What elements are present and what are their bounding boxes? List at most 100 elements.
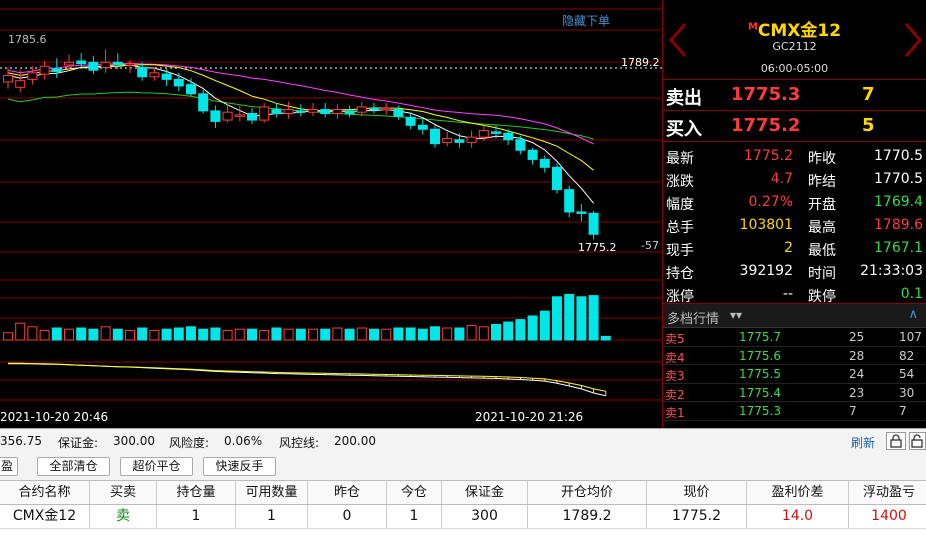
depth-row[interactable]: 卖1 1775.3 7 7 (663, 402, 926, 421)
candle-body (112, 61, 123, 66)
candle-body (39, 65, 50, 75)
table-row[interactable]: CMX金12 卖 1 1 0 1 300 1789.2 1775.2 14.0 … (0, 505, 926, 529)
buy-price: 1775.2 (731, 115, 801, 136)
hide-order-panel-link[interactable]: 隐藏下单 (562, 12, 610, 29)
time-axis-start: 2021-10-20 20:46 (0, 410, 109, 424)
depth-volume: 7 (849, 404, 857, 418)
candle-body (210, 110, 221, 122)
chevron-right-icon[interactable] (902, 22, 924, 58)
col-today-position[interactable]: 今仓 (387, 481, 442, 504)
market-flag: M (747, 21, 758, 33)
volume-bar (100, 326, 111, 341)
stat-key: 涨跌 (666, 174, 694, 190)
candle-body (527, 149, 538, 160)
kline-chart[interactable]: 隐藏下单 1785.6 1789.2 1775.2 -57 2021-10-20… (0, 0, 662, 428)
volume-bar (600, 335, 611, 341)
volume-bar (88, 328, 99, 341)
lock-icon[interactable] (886, 432, 906, 450)
depth-title: 多档行情 (667, 312, 720, 327)
candle-body (173, 78, 184, 87)
volume-bar (76, 327, 87, 341)
buy-label: 买入 (666, 119, 702, 140)
col-price[interactable]: 现价 (647, 481, 747, 504)
stat-row: 幅度 0.27% 开盘 1769.4 (663, 191, 926, 214)
volume-bar (454, 327, 465, 341)
stat-value: 1789.6 (874, 217, 923, 233)
double-chevron-down-icon[interactable]: ▾▾ (730, 308, 742, 322)
tab-profit[interactable]: 盈 (0, 457, 18, 476)
depth-header[interactable]: 多档行情 ▾▾ ∧ (663, 304, 926, 328)
depth-cum-volume: 54 (899, 367, 915, 381)
depth-price: 1775.6 (739, 348, 781, 363)
candle-body (76, 60, 87, 65)
sell-quote-row[interactable]: 卖出 1775.3 7 (663, 80, 926, 111)
candle-body (259, 106, 270, 121)
col-side[interactable]: 买卖 (90, 481, 157, 504)
chart-canvas (0, 8, 662, 401)
cell-margin: 300 (442, 505, 528, 528)
col-prev-position[interactable]: 昨仓 (308, 481, 387, 504)
candle-body (234, 114, 245, 117)
depth-price: 1775.7 (739, 330, 781, 344)
candle-body (417, 124, 428, 130)
volume-bar (539, 310, 550, 341)
depth-volume: 25 (849, 330, 865, 344)
refresh-link[interactable]: 刷新 (851, 434, 875, 451)
risk-label: 风险度: (169, 436, 210, 450)
stat-row: 最新 1775.2 昨收 1770.5 (663, 145, 926, 168)
buy-quote-row[interactable]: 买入 1775.2 5 (663, 111, 926, 142)
depth-cum-volume: 7 (899, 404, 907, 418)
open-price-line-label: 1789.2 (621, 56, 660, 69)
trading-hours: 06:00-05:00 (760, 62, 829, 75)
risk-line-value: 200.00 (334, 434, 376, 448)
volume-bar (320, 328, 331, 341)
margin-value: 300.00 (113, 434, 155, 448)
over-price-close-button[interactable]: 超价平仓 (120, 457, 193, 476)
stat-value: 0.27% (748, 194, 793, 210)
cell-side: 卖 (90, 505, 157, 528)
action-toolbar: 盈 全部清仓 超价平仓 快速反手 (0, 452, 926, 480)
volume-bar (344, 328, 355, 341)
volume-bar (515, 319, 526, 341)
candle-body (442, 137, 453, 143)
volume-bar (332, 327, 343, 341)
quote-panel: MCMX金12 GC2112 06:00-05:00 卖出 1775.3 7 买… (662, 0, 926, 428)
col-avg-open[interactable]: 开仓均价 (528, 481, 647, 504)
depth-row[interactable]: 卖3 1775.5 24 54 (663, 365, 926, 384)
depth-volume: 28 (849, 348, 865, 363)
candle-body (271, 109, 282, 114)
col-contract[interactable]: 合约名称 (0, 481, 90, 504)
stat-value: -- (782, 286, 793, 302)
stat-value: 4.7 (770, 171, 793, 187)
volume-bar (503, 321, 514, 341)
col-position[interactable]: 持仓量 (157, 481, 236, 504)
candle-body (515, 139, 526, 151)
depth-volume: 23 (849, 385, 865, 400)
stat-row: 持仓 392192 时间 21:33:03 (663, 260, 926, 283)
candle-body (51, 68, 62, 72)
cell-position: 1 (157, 505, 236, 528)
candle-body (308, 109, 318, 113)
close-all-button[interactable]: 全部清仓 (37, 457, 110, 476)
depth-row[interactable]: 卖2 1775.4 23 30 (663, 384, 926, 402)
unlock-icon[interactable] (909, 432, 926, 450)
depth-level: 卖1 (665, 406, 685, 420)
depth-row[interactable]: 卖5 1775.7 25 107 (663, 328, 926, 347)
col-pnl-diff[interactable]: 盈利价差 (747, 481, 849, 504)
candle-body (283, 109, 294, 114)
chevron-up-icon[interactable]: ∧ (908, 307, 918, 322)
volume-bar (588, 295, 599, 341)
stat-key: 幅度 (666, 197, 694, 213)
volume-bar (15, 322, 26, 341)
stat-row: 现手 2 最低 1767.1 (663, 237, 926, 260)
col-float-pnl[interactable]: 浮动盈亏 (849, 481, 926, 504)
col-available[interactable]: 可用数量 (236, 481, 308, 504)
quick-reverse-button[interactable]: 快速反手 (203, 457, 276, 476)
depth-row[interactable]: 卖4 1775.6 28 82 (663, 347, 926, 365)
quote-header: MCMX金12 GC2112 06:00-05:00 (663, 0, 926, 80)
depth-price: 1775.3 (739, 404, 781, 418)
table-header: 合约名称 买卖 持仓量 可用数量 昨仓 今仓 保证金 开仓均价 现价 盈利价差 … (0, 480, 926, 505)
candle-body (552, 166, 562, 191)
col-margin[interactable]: 保证金 (442, 481, 528, 504)
stat-key: 最低 (808, 243, 836, 259)
